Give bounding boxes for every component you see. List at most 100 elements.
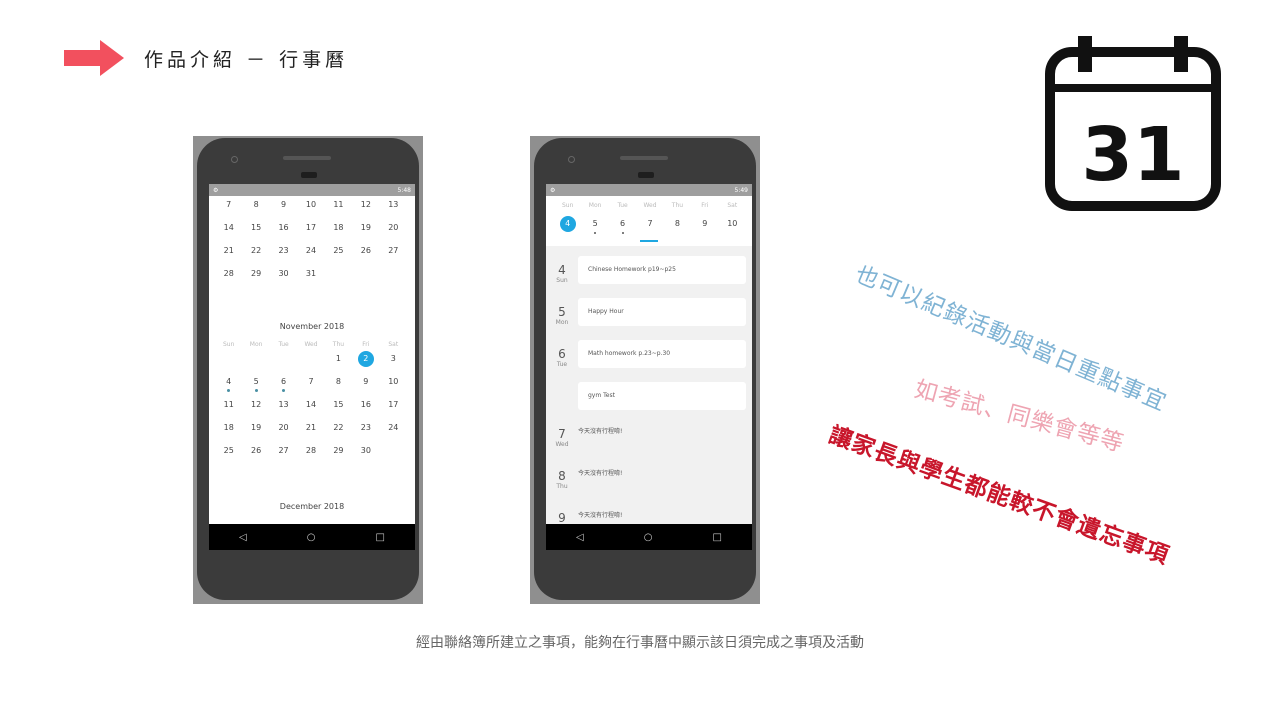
calendar-day[interactable]: 10 — [380, 375, 407, 398]
calendar-day[interactable]: 8 — [242, 198, 269, 221]
agenda-event-card[interactable]: Math homework p.23~p.30 — [578, 340, 746, 368]
recents-icon[interactable]: □ — [713, 532, 722, 543]
calendar-day[interactable]: 28 — [297, 444, 324, 467]
calendar-day[interactable]: 14 — [215, 221, 242, 244]
calendar-day[interactable]: 27 — [380, 244, 407, 267]
recents-icon[interactable]: □ — [376, 532, 385, 543]
agenda-event-card[interactable]: gym Test — [578, 382, 746, 410]
calendar-day[interactable]: 12 — [352, 198, 379, 221]
calendar-day[interactable]: 11 — [215, 398, 242, 421]
calendar-day-label: 8 — [253, 200, 259, 209]
calendar-day-label: 31 — [305, 269, 317, 278]
calendar-day[interactable]: 24 — [297, 244, 324, 267]
calendar-day[interactable]: 15 — [325, 398, 352, 421]
weekday-label: Wed — [304, 341, 318, 348]
agenda-date-weekday: Mon — [555, 319, 569, 326]
calendar-day-label: 20 — [278, 423, 289, 432]
calendar-day[interactable]: 17 — [380, 398, 407, 421]
calendar-day[interactable]: 19 — [242, 421, 269, 444]
calendar-day[interactable]: 31 — [297, 267, 324, 290]
agenda-list: 4 Sun Chinese Homework p19~p25 5 Mon Happy Ho… — [546, 246, 752, 525]
calendar-day-label: 22 — [251, 246, 262, 255]
calendar-day[interactable]: 30 — [270, 267, 297, 290]
calendar-day[interactable]: 27 — [270, 444, 297, 467]
calendar-day[interactable]: 10 — [297, 198, 324, 221]
home-icon[interactable]: ○ — [307, 532, 316, 543]
week-day[interactable]: 6 — [609, 216, 636, 236]
calendar-icon-number: 31 — [1082, 112, 1185, 198]
week-day[interactable]: 7 — [636, 216, 663, 236]
back-icon[interactable]: ◁ — [239, 532, 247, 543]
calendar-day[interactable]: 25 — [325, 244, 352, 267]
calendar-day[interactable]: 14 — [297, 398, 324, 421]
week-day[interactable]: 8 — [664, 216, 691, 236]
calendar-day[interactable]: 13 — [270, 398, 297, 421]
calendar-day[interactable]: 19 — [352, 221, 379, 244]
calendar-day[interactable]: 15 — [242, 221, 269, 244]
calendar-day[interactable]: 5 — [242, 375, 269, 398]
calendar-day-label: 15 — [251, 223, 262, 232]
calendar-day-label: 27 — [388, 246, 399, 255]
weekday-header: Sun Mon Tue Wed Thu Fri Sat — [215, 341, 407, 348]
slide-header: 作品介紹 － 行事曆 — [64, 40, 348, 76]
calendar-day[interactable]: 18 — [215, 421, 242, 444]
calendar-day[interactable]: 23 — [270, 244, 297, 267]
week-day[interactable]: 4 — [554, 216, 581, 236]
back-icon[interactable]: ◁ — [576, 532, 584, 543]
calendar-day[interactable]: 6 — [270, 375, 297, 398]
calendar-day-label: 20 — [388, 223, 399, 232]
phone-month-view: ⚙ 5:48 7 8 9 10 11 12 13 14 15 16 17 18 19 20 21 22 23 24… — [193, 136, 423, 604]
calendar-day-label: 25 — [223, 446, 234, 455]
calendar-day[interactable]: 20 — [270, 421, 297, 444]
calendar-day[interactable]: 21 — [215, 244, 242, 267]
calendar-day[interactable]: 16 — [270, 221, 297, 244]
calendar-day[interactable]: 29 — [325, 444, 352, 467]
calendar-day[interactable]: 26 — [242, 444, 269, 467]
calendar-day[interactable]: 9 — [352, 375, 379, 398]
calendar-day[interactable]: 17 — [297, 221, 324, 244]
calendar-day[interactable]: 13 — [380, 198, 407, 221]
calendar-day[interactable]: 7 — [297, 375, 324, 398]
calendar-day[interactable]: 25 — [215, 444, 242, 467]
calendar-day[interactable]: 16 — [352, 398, 379, 421]
week-day-label: 9 — [702, 219, 708, 228]
calendar-day[interactable]: 12 — [242, 398, 269, 421]
calendar-day[interactable]: 9 — [270, 198, 297, 221]
calendar-day-label: 27 — [278, 446, 289, 455]
calendar-day[interactable]: 28 — [215, 267, 242, 290]
calendar-day[interactable]: 30 — [352, 444, 379, 467]
calendar-day[interactable]: 26 — [352, 244, 379, 267]
weekday-header: Sun Mon Tue Wed Thu Fri Sat — [554, 202, 746, 209]
month-title-november: November 2018 — [279, 322, 345, 331]
calendar-day[interactable]: 22 — [325, 421, 352, 444]
calendar-day[interactable]: 22 — [242, 244, 269, 267]
home-icon[interactable]: ○ — [644, 532, 653, 543]
calendar-day[interactable]: 24 — [380, 421, 407, 444]
calendar-day[interactable]: 3 — [380, 352, 407, 375]
calendar-day-label: 6 — [281, 377, 287, 386]
calendar-day[interactable]: 8 — [325, 375, 352, 398]
calendar-day[interactable]: 2 — [352, 351, 379, 375]
calendar-day[interactable]: 29 — [242, 267, 269, 290]
agenda-event-card[interactable]: Happy Hour — [578, 298, 746, 326]
weekday-label: Tue — [617, 202, 628, 209]
week-day[interactable]: 10 — [719, 216, 746, 236]
calendar-day-label: 23 — [360, 423, 371, 432]
calendar-day[interactable]: 21 — [297, 421, 324, 444]
calendar-day[interactable]: 18 — [325, 221, 352, 244]
weekday-label: Sat — [727, 202, 738, 209]
calendar-day-label: 1 — [335, 354, 341, 363]
calendar-day-label: 14 — [305, 400, 317, 409]
calendar-day[interactable]: 4 — [215, 375, 242, 398]
calendar-day[interactable]: 20 — [380, 221, 407, 244]
calendar-day-label: 26 — [251, 446, 262, 455]
agenda-event-card[interactable]: Chinese Homework p19~p25 — [578, 256, 746, 284]
week-day[interactable]: 9 — [691, 216, 718, 236]
calendar-day[interactable]: 23 — [352, 421, 379, 444]
calendar-day[interactable]: 7 — [215, 198, 242, 221]
week-day[interactable]: 5 — [581, 216, 608, 236]
calendar-day[interactable]: 11 — [325, 198, 352, 221]
calendar-day-label: 3 — [390, 354, 396, 363]
agenda-date-number: 7 — [558, 427, 566, 441]
calendar-day[interactable]: 1 — [325, 352, 352, 375]
